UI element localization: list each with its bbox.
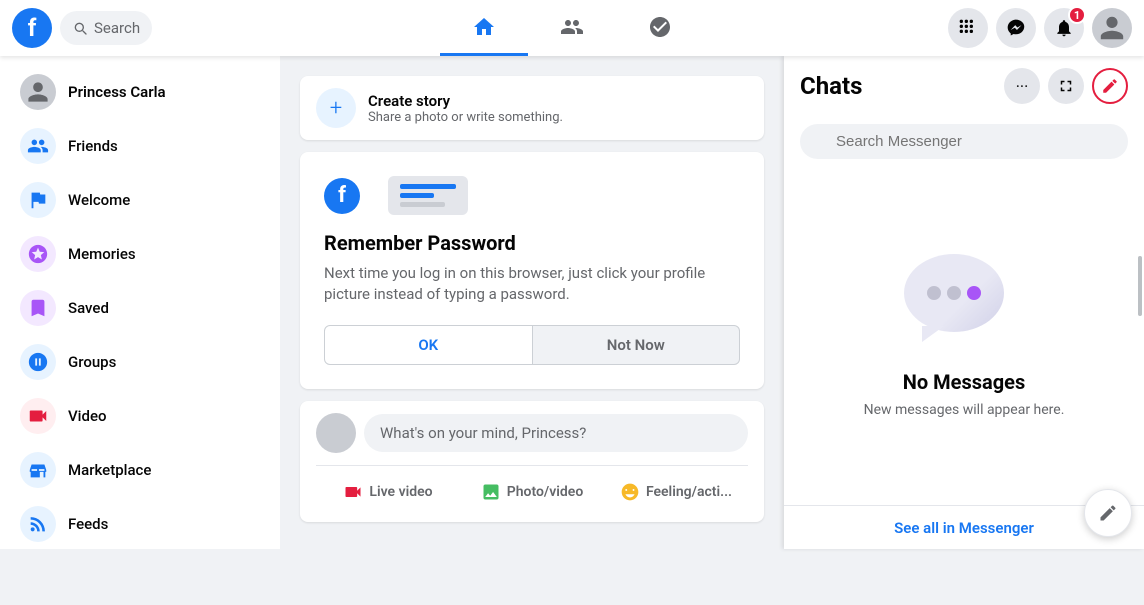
sidebar-item-groups[interactable]: Groups <box>8 336 272 388</box>
video-icon-wrap <box>20 398 56 434</box>
nav-left: f Search <box>12 8 272 48</box>
story-card-text: Create story Share a photo or write some… <box>368 92 563 125</box>
expand-icon <box>1057 77 1075 95</box>
remember-fb-icon: f <box>324 178 360 214</box>
chats-compose-button[interactable] <box>1092 68 1128 104</box>
sidebar-label-memories: Memories <box>68 245 136 263</box>
remember-card-header: f <box>324 176 740 215</box>
nav-tab-account[interactable] <box>616 0 704 56</box>
nav-right: 1 <box>872 8 1132 48</box>
saved-icon-wrap <box>20 290 56 326</box>
chats-search-input[interactable] <box>800 124 1128 159</box>
chats-search-area: 🔍 <box>784 116 1144 167</box>
remember-password-desc: Next time you log in on this browser, ju… <box>324 263 740 305</box>
chats-header: Chats ··· <box>784 56 1144 116</box>
live-video-icon <box>343 482 363 502</box>
compose-float-button[interactable] <box>1084 489 1132 537</box>
sidebar-profile-avatar <box>20 74 56 110</box>
no-messages-subtitle: New messages will appear here. <box>864 402 1065 418</box>
apps-button[interactable] <box>948 8 988 48</box>
sidebar-item-video[interactable]: Video <box>8 390 272 442</box>
messenger-button[interactable] <box>996 8 1036 48</box>
chats-expand-button[interactable] <box>1048 68 1084 104</box>
story-card-subtitle: Share a photo or write something. <box>368 110 563 125</box>
sidebar-label-welcome: Welcome <box>68 191 130 209</box>
compose-icon <box>1101 77 1119 95</box>
sidebar-label-feeds: Feeds <box>68 515 108 533</box>
apps-icon <box>958 18 978 38</box>
photo-video-label: Photo/video <box>507 484 584 500</box>
compose-float-icon <box>1098 503 1118 523</box>
chat-bubble-illustration <box>904 254 1024 354</box>
see-all-in-messenger-link[interactable]: See all in Messenger <box>894 519 1034 537</box>
chats-panel: Chats ··· 🔍 No Messages New <box>784 56 1144 549</box>
notification-badge: 1 <box>1068 6 1086 24</box>
feeling-icon <box>620 482 640 502</box>
sidebar-item-profile[interactable]: Princess Carla <box>8 66 272 118</box>
welcome-icon-wrap <box>20 182 56 218</box>
live-video-action[interactable]: Live video <box>316 474 460 510</box>
profile-avatar-button[interactable] <box>1092 8 1132 48</box>
sidebar: Princess Carla Friends Welcome Memories … <box>0 56 280 549</box>
sidebar-label-friends: Friends <box>68 137 118 155</box>
sidebar-label-marketplace: Marketplace <box>68 461 151 479</box>
sidebar-item-feeds[interactable]: Feeds <box>8 498 272 549</box>
post-input[interactable]: What's on your mind, Princess? <box>364 414 748 452</box>
search-placeholder: Search <box>94 19 140 37</box>
nav-center <box>272 0 872 56</box>
post-box-top: What's on your mind, Princess? <box>316 413 748 453</box>
chats-title: Chats <box>800 72 996 100</box>
not-now-button[interactable]: Not Now <box>533 325 741 365</box>
remember-password-card: f Remember Password Next time you log in… <box>300 152 764 389</box>
messenger-icon <box>1006 18 1026 38</box>
memories-icon-wrap <box>20 236 56 272</box>
photo-video-action[interactable]: Photo/video <box>460 474 604 510</box>
no-messages-title: No Messages <box>903 370 1025 394</box>
nav-tab-friends[interactable] <box>528 0 616 56</box>
scroll-indicator <box>1138 256 1142 316</box>
remember-password-title: Remember Password <box>324 231 740 255</box>
search-box[interactable]: Search <box>60 11 152 45</box>
facebook-logo[interactable]: f <box>12 8 52 48</box>
sidebar-username: Princess Carla <box>68 83 166 101</box>
sidebar-item-saved[interactable]: Saved <box>8 282 272 334</box>
post-avatar <box>316 413 356 453</box>
main-content: + Create story Share a photo or write so… <box>280 56 784 549</box>
user-avatar-icon <box>1098 14 1126 42</box>
sidebar-label-groups: Groups <box>68 353 116 371</box>
sidebar-label-saved: Saved <box>68 299 109 317</box>
sidebar-item-welcome[interactable]: Welcome <box>8 174 272 226</box>
search-icon <box>72 20 88 36</box>
feeling-action[interactable]: Feeling/acti... <box>604 474 748 510</box>
sidebar-item-friends[interactable]: Friends <box>8 120 272 172</box>
feeds-icon-wrap <box>20 506 56 542</box>
sidebar-label-video: Video <box>68 407 107 425</box>
groups-icon-wrap <box>20 344 56 380</box>
post-box-bottom: Live video Photo/video Feeling/acti... <box>316 465 748 510</box>
live-video-label: Live video <box>369 484 432 500</box>
story-card[interactable]: + Create story Share a photo or write so… <box>300 76 764 140</box>
top-nav: f Search 1 <box>0 0 1144 56</box>
chats-empty-state: No Messages New messages will appear her… <box>784 167 1144 505</box>
sidebar-item-marketplace[interactable]: Marketplace <box>8 444 272 496</box>
chats-more-button[interactable]: ··· <box>1004 68 1040 104</box>
ok-button[interactable]: OK <box>324 325 533 365</box>
post-box: What's on your mind, Princess? Live vide… <box>300 401 764 522</box>
remember-password-buttons: OK Not Now <box>324 325 740 365</box>
nav-tab-home[interactable] <box>440 0 528 56</box>
notifications-button[interactable]: 1 <box>1044 8 1084 48</box>
story-add-button[interactable]: + <box>316 88 356 128</box>
remember-monitor-illustration <box>388 176 468 215</box>
photo-icon <box>481 482 501 502</box>
story-card-title: Create story <box>368 92 563 110</box>
sidebar-item-memories[interactable]: Memories <box>8 228 272 280</box>
marketplace-icon-wrap <box>20 452 56 488</box>
feeling-label: Feeling/acti... <box>646 484 732 500</box>
friends-icon-wrap <box>20 128 56 164</box>
chats-search-wrap: 🔍 <box>800 124 1128 159</box>
